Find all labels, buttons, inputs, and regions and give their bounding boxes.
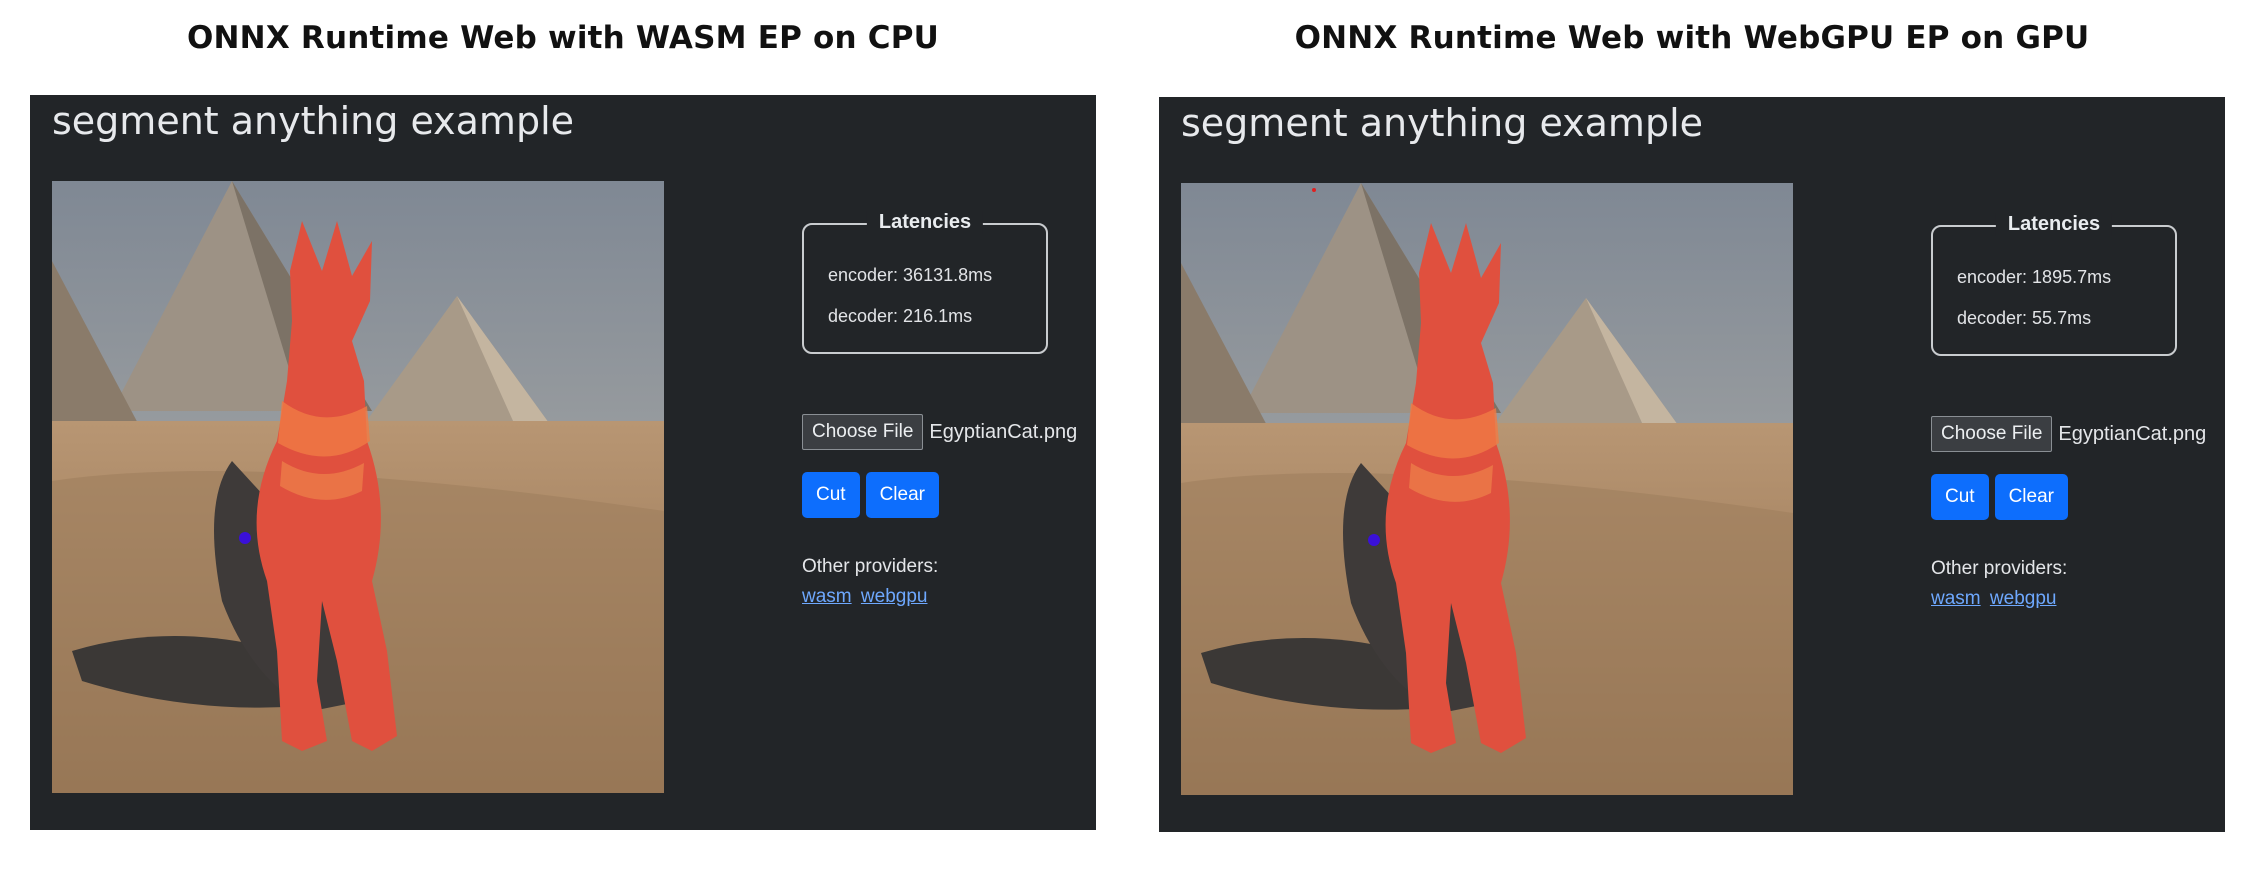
latencies-legend: Latencies xyxy=(1995,213,2113,236)
cut-button[interactable]: Cut xyxy=(1931,474,1989,520)
latencies-legend: Latencies xyxy=(866,211,984,234)
other-providers-label: Other providers: xyxy=(802,556,939,577)
provider-links: wasm webgpu xyxy=(1931,588,2060,610)
page-title: segment anything example xyxy=(1181,101,1703,145)
webgpu-link[interactable]: webgpu xyxy=(861,586,928,607)
wasm-link[interactable]: wasm xyxy=(802,586,852,607)
cat-image xyxy=(52,181,664,793)
encoder-latency: encoder: 1895.7ms xyxy=(1957,267,2112,287)
encoder-latency: encoder: 36131.8ms xyxy=(828,265,993,285)
choose-file-button[interactable]: Choose File xyxy=(802,414,924,450)
page-title: segment anything example xyxy=(52,99,574,143)
browser-viewport: segment anything example Latencies encod… xyxy=(1159,97,2225,832)
decoder-latency: decoder: 216.1ms xyxy=(828,306,973,326)
other-providers-label: Other providers: xyxy=(1931,558,2068,579)
selected-file-name: EgyptianCat.png xyxy=(929,420,1078,443)
clear-button[interactable]: Clear xyxy=(1994,474,2068,520)
selected-file-name: EgyptianCat.png xyxy=(2058,422,2207,445)
segmentation-canvas[interactable] xyxy=(1181,183,1793,795)
choose-file-button[interactable]: Choose File xyxy=(1931,416,2053,452)
cut-button[interactable]: Cut xyxy=(802,472,860,518)
action-buttons: Cut Clear xyxy=(802,472,939,518)
panel-caption: ONNX Runtime Web with WebGPU EP on GPU xyxy=(1294,20,2090,56)
file-input: Choose File EgyptianCat.png xyxy=(1931,416,2206,452)
latencies-group: Latencies encoder: 36131.8ms decoder: 21… xyxy=(802,211,1048,354)
clear-button[interactable]: Clear xyxy=(865,472,939,518)
panel-caption: ONNX Runtime Web with WASM EP on CPU xyxy=(186,20,939,56)
provider-links: wasm webgpu xyxy=(802,586,931,608)
decoder-latency: decoder: 55.7ms xyxy=(1957,308,2092,328)
action-buttons: Cut Clear xyxy=(1931,474,2068,520)
latencies-group: Latencies encoder: 1895.7ms decoder: 55.… xyxy=(1931,213,2177,356)
segmentation-canvas[interactable] xyxy=(52,181,664,793)
wasm-link[interactable]: wasm xyxy=(1931,588,1981,609)
cat-image xyxy=(1181,183,1793,795)
browser-viewport: segment anything example Latencies encod… xyxy=(30,95,1096,830)
webgpu-link[interactable]: webgpu xyxy=(1990,588,2057,609)
file-input: Choose File EgyptianCat.png xyxy=(802,414,1077,450)
